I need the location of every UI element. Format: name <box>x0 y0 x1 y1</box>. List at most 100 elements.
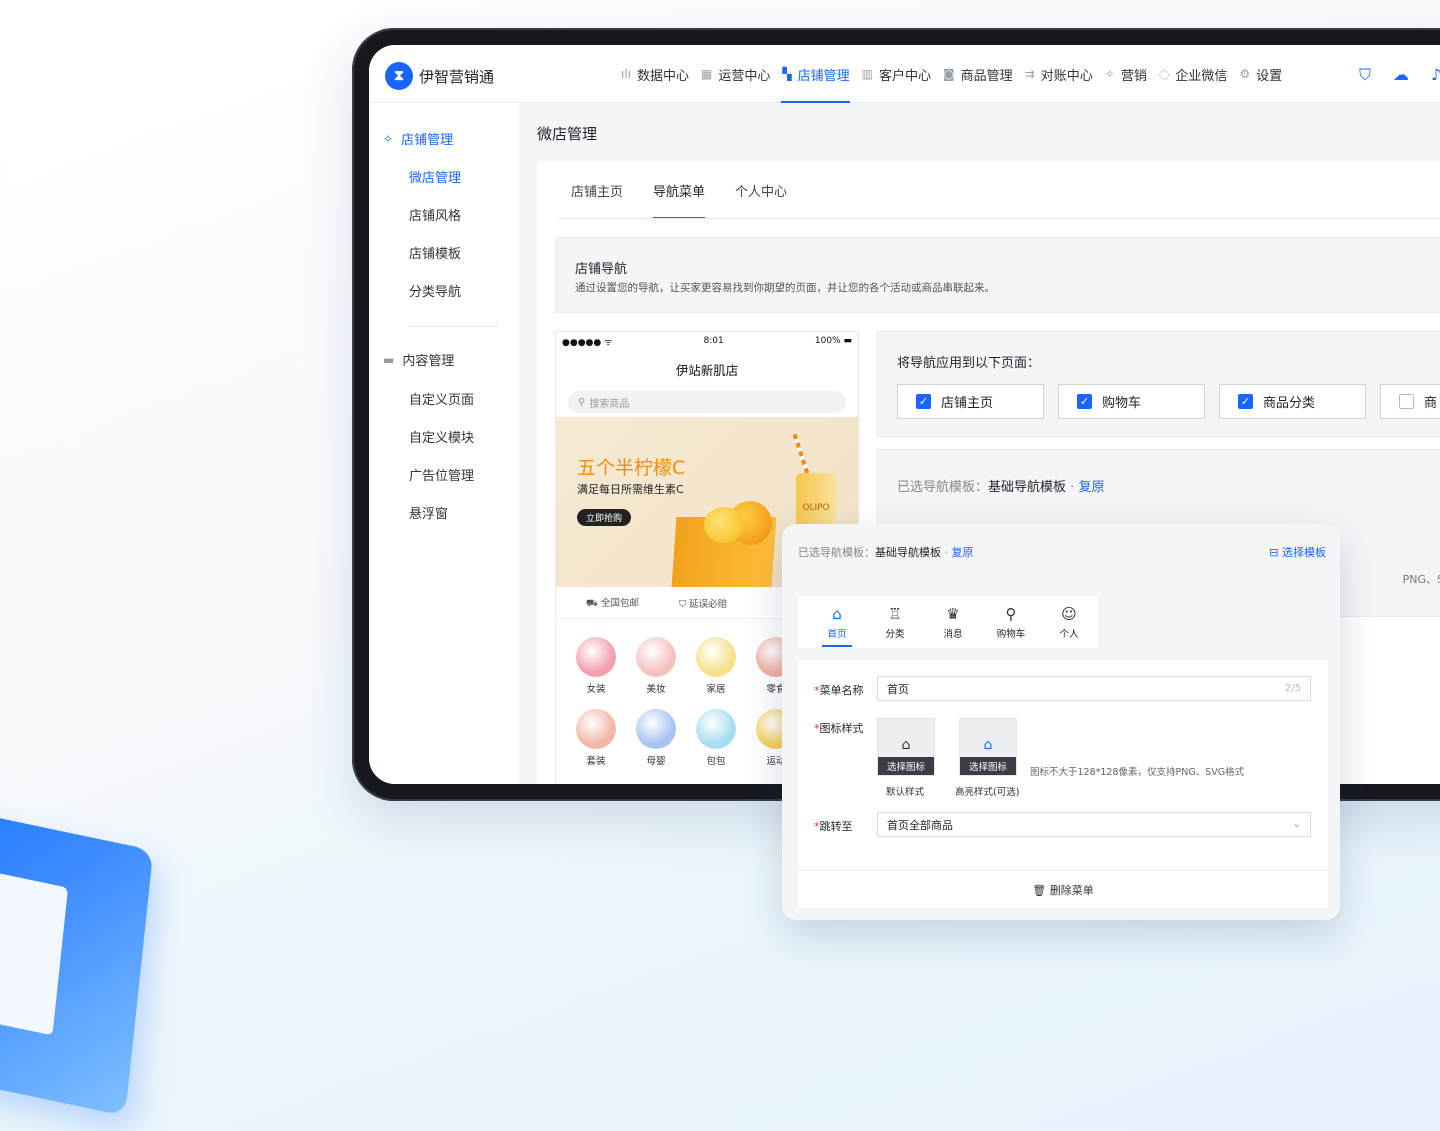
sidebar-item[interactable]: 分类导航 <box>409 281 461 300</box>
sidebar-divider <box>409 326 499 327</box>
sidebar-item[interactable]: 微店管理 <box>409 167 461 186</box>
nav-item-label: 商品管理 <box>960 68 1013 84</box>
nav-menu-tab[interactable]: ♖ 分类 <box>866 596 924 648</box>
home-icon: ⌂ <box>832 604 842 623</box>
checkbox[interactable] <box>1399 394 1414 409</box>
category-item[interactable]: 女装 <box>566 637 626 695</box>
category-item[interactable]: 套装 <box>566 709 626 767</box>
nav-menu-tab[interactable]: ♛ 消息 <box>924 596 982 648</box>
sidebar-item[interactable]: 自定义页面 <box>409 389 474 408</box>
search-placeholder: 搜索商品 <box>589 398 630 410</box>
default-icon-picker[interactable]: ⌂ 选择图标 <box>877 718 935 776</box>
nav-item[interactable]: ▦ 运营中心 <box>701 45 770 103</box>
delete-menu-button[interactable]: 🗑 删除菜单 <box>798 882 1328 898</box>
app-name: 伊智营销通 <box>419 67 495 86</box>
signal-icon: ●●●●● ᯤ <box>562 337 613 348</box>
tab-0[interactable]: 店铺主页 <box>571 161 623 219</box>
jump-target-select[interactable]: 首页全部商品 ⌄ <box>877 812 1311 837</box>
nav-item-label: 企业微信 <box>1175 68 1228 84</box>
sidebar-item[interactable]: 悬浮窗 <box>409 503 448 522</box>
checkbox[interactable]: ✓ <box>916 394 931 409</box>
nav-item-label: 设置 <box>1256 68 1283 84</box>
nav-menu-tab[interactable]: ⚲ 购物车 <box>982 596 1040 648</box>
bar-chart-icon: ılı <box>621 67 632 81</box>
apply-pages-panel: 将导航应用到以下页面： ✓ 店铺主页 ✓ 购物车 ✓ 商品分类 商 <box>877 331 1440 437</box>
jump-label: *跳转至 <box>814 820 853 833</box>
category-item[interactable]: 美妆 <box>626 637 686 695</box>
menu-name-label: *菜单名称 <box>814 684 864 697</box>
sidebar-item[interactable]: 自定义模块 <box>409 427 474 446</box>
choose-icon-button[interactable]: 选择图标 <box>878 757 934 775</box>
reset-link[interactable]: 复原 <box>1078 480 1104 495</box>
phone-time: 8:01 <box>703 336 724 346</box>
nav-item[interactable]: ⚙ 设置 <box>1239 45 1282 103</box>
nav-menu-tabs: ⌂ 首页 ♖ 分类 ♛ 消息 ⚲ 购物车 ☺ 个人 <box>798 596 1098 648</box>
perk-item: ⛟ 全国包邮 <box>586 598 639 609</box>
app-logo[interactable]: ⧗ 伊智营销通 <box>385 62 494 90</box>
apply-option-label: 商品分类 <box>1263 396 1316 411</box>
bell-icon[interactable]: ♪ <box>1431 65 1440 85</box>
nav-item[interactable]: ılı 数据中心 <box>621 45 689 103</box>
nav-menu-tab-label: 首页 <box>827 628 847 640</box>
category-item[interactable]: 家居 <box>686 637 746 695</box>
category-label: 套装 <box>586 756 606 767</box>
sidebar-item[interactable]: 广告位管理 <box>409 465 474 484</box>
category-label: 母婴 <box>646 756 666 767</box>
page-title: 微店管理 <box>537 125 598 143</box>
category-item[interactable]: 包包 <box>686 709 746 767</box>
cloud-upload-icon[interactable]: ☁ <box>1393 65 1409 85</box>
apply-title: 将导航应用到以下页面： <box>897 356 1041 371</box>
category-image <box>636 637 676 677</box>
apply-option[interactable]: ✓ 店铺主页 <box>897 384 1044 419</box>
checkbox[interactable]: ✓ <box>1077 394 1092 409</box>
format-hint: PNG、SVG格式 <box>1402 573 1440 586</box>
lemon-image <box>704 507 744 543</box>
select-template-button[interactable]: ⊟ 选择模板 <box>1269 544 1326 560</box>
nav-item[interactable]: ▚ 店铺管理 <box>781 45 850 103</box>
info-panel: 店铺导航 通过设置您的导航，让买家更容易找到你期望的页面，并让您的各个活动或商品… <box>555 237 1440 313</box>
nav-item[interactable]: ◌ 企业微信 <box>1159 45 1228 103</box>
goods-icon: ◙ <box>943 67 955 81</box>
tab-1[interactable]: 导航菜单 <box>653 161 706 219</box>
nav-item[interactable]: ◙ 商品管理 <box>943 45 1013 103</box>
sidebar-item[interactable]: 店铺模板 <box>409 243 461 262</box>
sidebar-group-shop[interactable]: ✧ 店铺管理 <box>383 129 453 149</box>
category-image <box>576 709 616 749</box>
phone-search-input[interactable]: ⚲ 搜索商品 <box>568 391 846 413</box>
home-icon: ⌂ <box>901 737 911 753</box>
char-count: 2/5 <box>1284 683 1301 694</box>
message-icon: ♛ <box>946 604 960 623</box>
checkbox[interactable]: ✓ <box>1238 394 1253 409</box>
nav-item[interactable]: ⇉ 对账中心 <box>1025 45 1093 103</box>
shop-icon: ▚ <box>782 67 792 81</box>
tab-2[interactable]: 个人中心 <box>735 161 787 219</box>
brush-icon[interactable]: ⛉ <box>1359 65 1371 85</box>
info-title: 店铺导航 <box>575 262 628 277</box>
battery-icon: 100% ▬ <box>814 336 852 346</box>
apply-option[interactable]: 商 <box>1380 384 1440 419</box>
nav-item-label: 营销 <box>1120 68 1147 84</box>
nav-menu-tab[interactable]: ☺ 个人 <box>1040 596 1098 648</box>
popup-reset-link[interactable]: 复原 <box>952 546 974 559</box>
highlight-icon-picker[interactable]: ⌂ 选择图标 <box>959 718 1017 776</box>
apply-option[interactable]: ✓ 商品分类 <box>1219 384 1366 419</box>
category-item[interactable]: 母婴 <box>626 709 686 767</box>
sidebar-group-content[interactable]: ▬ 内容管理 <box>383 350 454 370</box>
nav-item[interactable]: ▥ 客户中心 <box>862 45 931 103</box>
banner-title: 五个半柠檬C <box>577 457 686 479</box>
folder-icon: ▬ <box>383 352 395 367</box>
menu-edit-form: *菜单名称 首页 2/5 *图标样式 ⌂ 选择图标 默认样式 ⌂ 选择图标 高亮… <box>798 660 1328 908</box>
info-description: 通过设置您的导航，让买家更容易找到你期望的页面，并让您的各个活动或商品串联起来。 <box>575 282 995 294</box>
nav-menu-tab-label: 个人 <box>1059 628 1079 640</box>
sidebar-item[interactable]: 店铺风格 <box>409 205 461 224</box>
apply-option[interactable]: ✓ 购物车 <box>1058 384 1205 419</box>
menu-name-input[interactable]: 首页 2/5 <box>877 676 1311 701</box>
nav-item[interactable]: ✧ 营销 <box>1105 45 1147 103</box>
icon-hint: 图标不大于128*128像素，仅支持PNG、SVG格式 <box>1030 767 1245 778</box>
buy-now-button[interactable]: 立即抢购 <box>577 509 632 526</box>
nav-menu-tab-label: 购物车 <box>996 628 1026 640</box>
nav-menu-tab[interactable]: ⌂ 首页 <box>808 596 866 648</box>
sparkle-icon: ✧ <box>383 131 394 146</box>
choose-icon-button[interactable]: 选择图标 <box>960 757 1016 775</box>
apply-checkboxes: ✓ 店铺主页 ✓ 购物车 ✓ 商品分类 商 <box>897 384 1440 419</box>
